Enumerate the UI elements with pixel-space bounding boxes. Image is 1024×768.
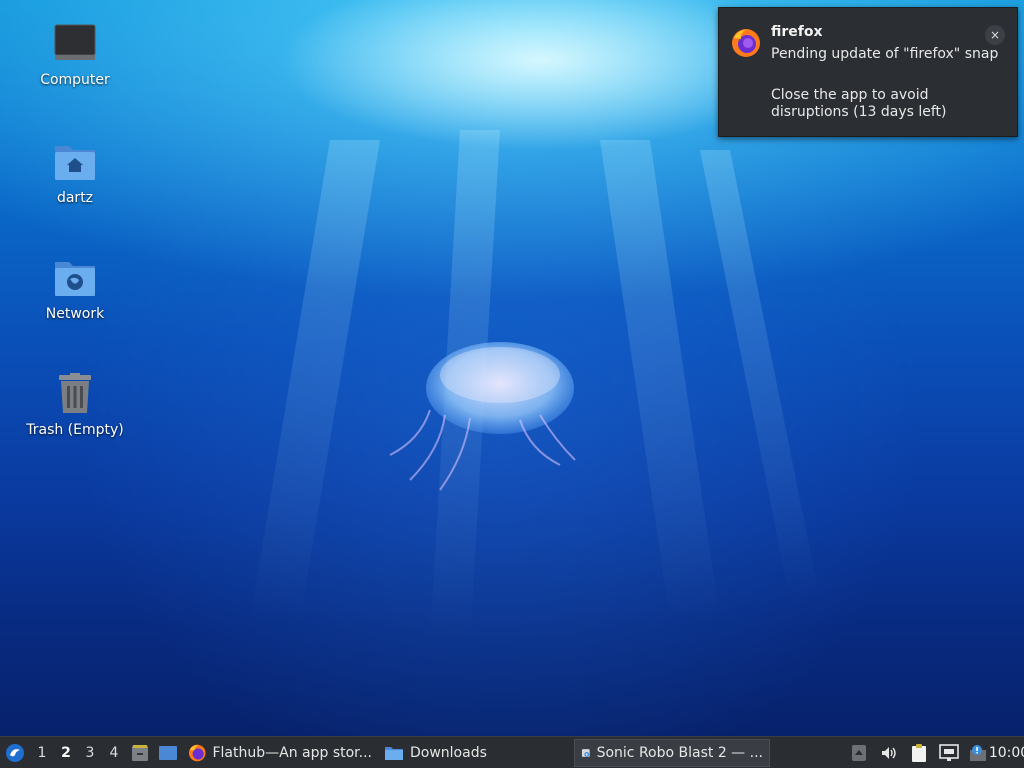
workspace-1[interactable]: 1 bbox=[30, 737, 54, 768]
task-downloads[interactable]: Downloads bbox=[378, 737, 574, 768]
desktop-icon-label: Computer bbox=[40, 72, 110, 88]
notification-popup[interactable]: firefox Pending update of "firefox" snap… bbox=[718, 7, 1018, 137]
wired-network-icon bbox=[939, 743, 959, 761]
computer-icon bbox=[53, 22, 97, 66]
desktop-icon-label: Trash (Empty) bbox=[26, 422, 124, 438]
lubuntu-logo-icon bbox=[6, 743, 24, 762]
folder-icon bbox=[385, 746, 403, 760]
desktop-icon-label: Network bbox=[45, 306, 105, 322]
file-manager-launcher[interactable] bbox=[126, 737, 154, 768]
home-folder-icon bbox=[53, 140, 97, 184]
workspace-4[interactable]: 4 bbox=[102, 737, 126, 768]
desktop-icon-trash[interactable]: Trash (Empty) bbox=[20, 372, 130, 438]
task-sonic-robo-blast-2[interactable]: Sonic Robo Blast 2 — ... bbox=[574, 738, 770, 767]
workspace-3[interactable]: 3 bbox=[78, 737, 102, 768]
task-label: Flathub—An app stor... bbox=[212, 744, 372, 761]
jellyfish-graphic bbox=[389, 342, 576, 491]
close-icon[interactable]: × bbox=[985, 25, 1005, 45]
speaker-icon bbox=[882, 746, 896, 759]
desktop-icon-computer[interactable]: Computer bbox=[20, 22, 130, 88]
desktop-icon-network[interactable]: Network bbox=[20, 256, 130, 322]
clipboard-button[interactable] bbox=[904, 737, 934, 768]
desktop-icon-home-folder[interactable]: dartz bbox=[20, 140, 130, 206]
desktop-icon-label: dartz bbox=[56, 190, 94, 206]
chevron-up-icon bbox=[852, 744, 866, 761]
clipboard-icon bbox=[912, 743, 926, 762]
update-alert-icon bbox=[970, 744, 986, 761]
installer-icon bbox=[581, 748, 590, 757]
start-menu-button[interactable] bbox=[0, 737, 30, 768]
clock[interactable]: 10:00 bbox=[989, 737, 1024, 768]
trash-icon bbox=[53, 372, 97, 416]
tray-expand-button[interactable] bbox=[844, 737, 874, 768]
notification-title: firefox bbox=[771, 24, 823, 40]
desktop-icon bbox=[159, 745, 177, 760]
notification-message: Pending update of "firefox" snap bbox=[771, 46, 999, 62]
network-button[interactable] bbox=[934, 737, 964, 768]
firefox-icon bbox=[188, 744, 206, 761]
task-label: Downloads bbox=[410, 744, 487, 761]
workspace-2[interactable]: 2 bbox=[54, 737, 78, 768]
show-desktop-button[interactable] bbox=[154, 737, 182, 768]
notification-detail: Close the app to avoid disruptions (13 d… bbox=[771, 87, 947, 120]
file-cabinet-icon bbox=[132, 744, 148, 761]
task-firefox[interactable]: Flathub—An app stor... bbox=[182, 737, 378, 768]
firefox-icon bbox=[731, 28, 761, 58]
system-tray: 10:00 bbox=[844, 737, 1024, 768]
volume-button[interactable] bbox=[874, 737, 904, 768]
taskbar: 1 2 3 4 Flathub—An app stor... Downloads bbox=[0, 736, 1024, 768]
task-label: Sonic Robo Blast 2 — ... bbox=[596, 744, 763, 761]
network-folder-icon bbox=[53, 256, 97, 300]
